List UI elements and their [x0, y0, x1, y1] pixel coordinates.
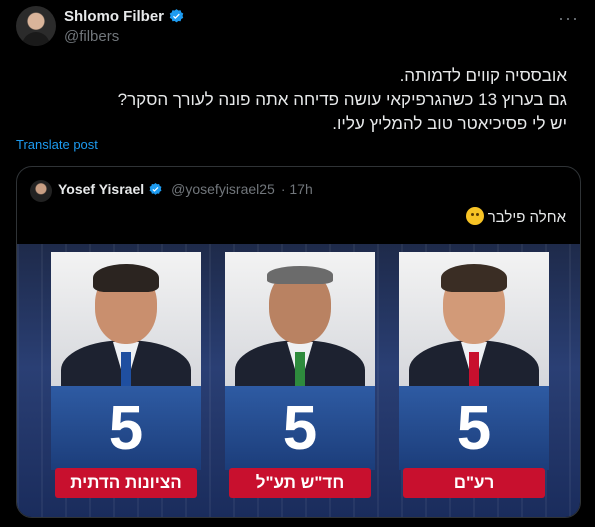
- candidate-photo: [51, 252, 201, 386]
- quote-text-content: אחלה פילבר: [487, 209, 566, 226]
- verified-badge-icon: [169, 9, 184, 23]
- quote-avatar[interactable]: [30, 180, 52, 202]
- quoted-tweet[interactable]: Yosef Yisrael @yosefyisrael25 · 17h אחלה…: [16, 166, 581, 518]
- verified-badge-icon: [149, 182, 162, 195]
- party-label: הציונות הדתית: [55, 468, 197, 498]
- quote-text: אחלה פילבר: [462, 207, 566, 226]
- author-name-row: Shlomo Filber: [64, 8, 185, 25]
- seat-number: 5: [399, 386, 549, 470]
- party-label: חד"ש תע"ל: [229, 468, 371, 498]
- tweet-line: גם בערוץ 13 כשהגרפיקאי עושה פדיחה אתה פו…: [117, 90, 567, 109]
- candidate-photo: [225, 252, 375, 386]
- tie: [121, 352, 131, 386]
- smiling-face-hearts-icon: [465, 207, 484, 225]
- tweet-line: אובססיה קווים לדמותה.: [399, 66, 567, 85]
- tie: [295, 352, 305, 386]
- tweet-line: יש לי פסיכיאטר טוב להמליץ עליו.: [332, 114, 567, 133]
- translate-post-link[interactable]: Translate post: [16, 137, 98, 152]
- seat-number: 5: [51, 386, 201, 470]
- tie: [469, 352, 479, 386]
- seat-number: 5: [225, 386, 375, 470]
- party-panel: 5 חד"ש תע"ל: [225, 252, 375, 502]
- tweet-text: אובססיה קווים לדמותה. גם בערוץ 13 כשהגרפ…: [16, 64, 567, 136]
- quote-media-image[interactable]: 5 הציונות הדתית 5 חד"ש תע"ל 5 רע"ם: [17, 244, 580, 517]
- quote-header: Yosef Yisrael @yosefyisrael25 · 17h: [58, 181, 313, 197]
- author-name[interactable]: Shlomo Filber: [64, 8, 164, 25]
- party-label: רע"ם: [403, 468, 545, 498]
- quote-handle[interactable]: @yosefyisrael25: [171, 181, 275, 197]
- author-handle[interactable]: @filbers: [64, 28, 119, 45]
- party-panel: 5 רע"ם: [399, 252, 549, 502]
- more-options-icon[interactable]: ···: [558, 8, 579, 29]
- quote-author-name[interactable]: Yosef Yisrael: [58, 181, 144, 197]
- party-panel: 5 הציונות הדתית: [51, 252, 201, 502]
- candidate-photo: [399, 252, 549, 386]
- quote-time[interactable]: · 17h: [281, 181, 313, 197]
- author-avatar[interactable]: [16, 6, 56, 46]
